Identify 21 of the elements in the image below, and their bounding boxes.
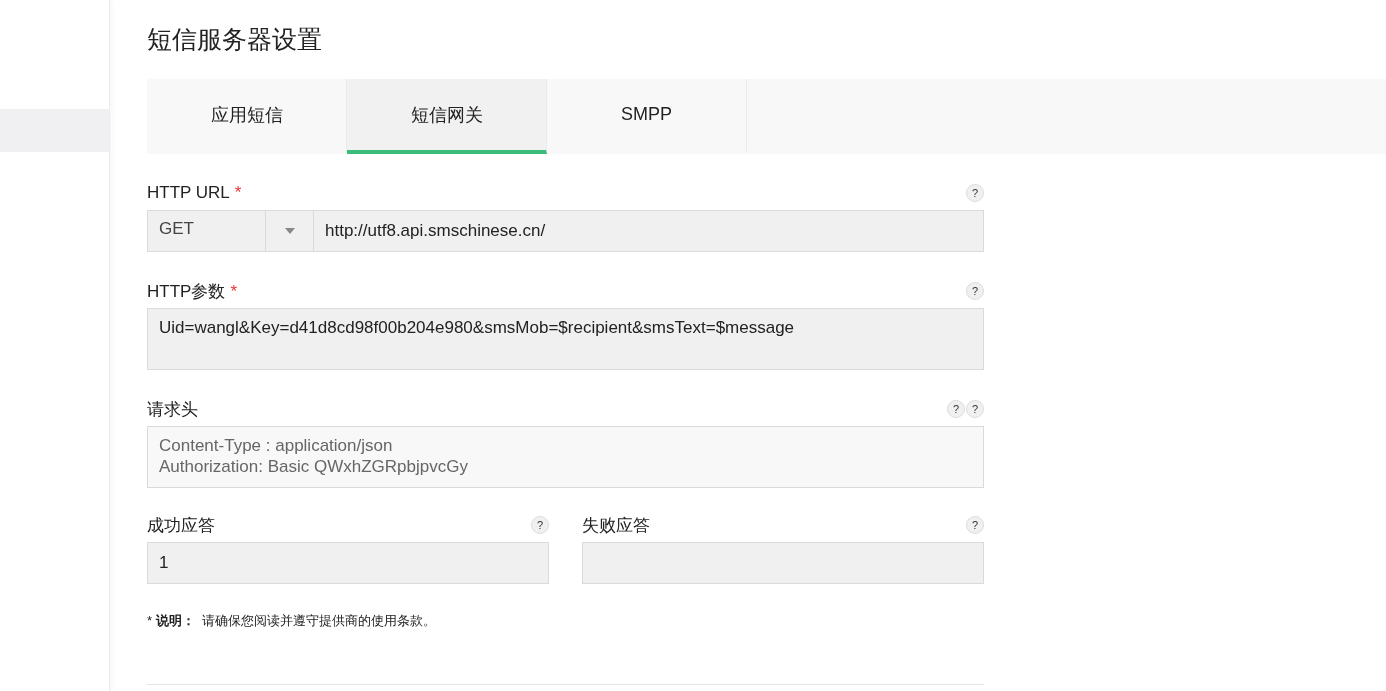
help-icon[interactable]: ? bbox=[531, 516, 549, 534]
help-icon[interactable]: ? bbox=[966, 516, 984, 534]
headers-textarea[interactable]: Content-Type : application/json Authorization: Basic QWxhZGRpbjpvcGy bbox=[147, 426, 984, 488]
help-icon[interactable]: ? bbox=[966, 184, 984, 202]
field-label: HTTP参数 * bbox=[147, 280, 237, 303]
url-input[interactable]: http://utf8.api.smschinese.cn/ bbox=[314, 210, 984, 252]
page-title: 短信服务器设置 bbox=[147, 24, 323, 55]
field-label: 成功应答 bbox=[147, 514, 215, 537]
params-textarea[interactable]: Uid=wangl&Key=d41d8cd98f00b204e980&smsMob=$recipient&smsText=$message bbox=[147, 308, 984, 370]
help-icon[interactable]: ? bbox=[966, 400, 984, 418]
note-text: *说明： 请确保您阅读并遵守提供商的使用条款。 bbox=[147, 612, 437, 630]
tab[interactable]: 短信网关 bbox=[347, 79, 547, 154]
caret-icon bbox=[284, 228, 295, 234]
method-select[interactable]: GET bbox=[147, 210, 314, 252]
response-input[interactable]: 1 bbox=[147, 542, 549, 584]
response-input[interactable] bbox=[582, 542, 984, 584]
field-label: HTTP URL * bbox=[147, 183, 242, 203]
help-icon[interactable]: ? bbox=[966, 282, 984, 300]
field-label: 请求头 bbox=[147, 398, 198, 421]
field-label: 失败应答 bbox=[582, 514, 650, 537]
help-icon[interactable]: ? bbox=[947, 400, 965, 418]
